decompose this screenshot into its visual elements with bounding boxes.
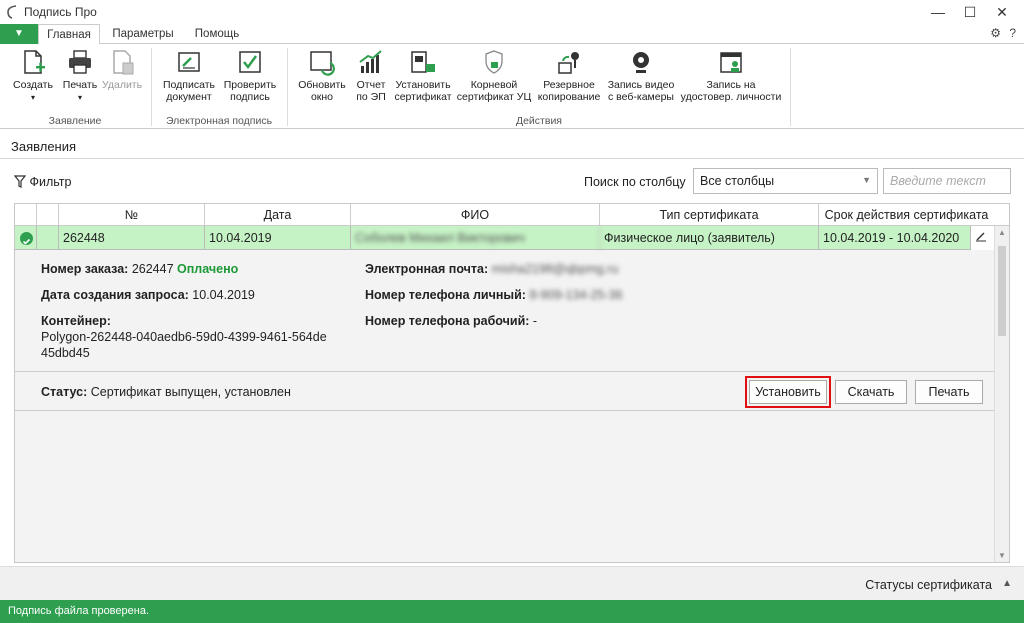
edit-row-button[interactable]	[971, 226, 994, 250]
verify-checkbox-icon	[239, 51, 261, 73]
container-info: Контейнер: Polygon-262448-040aedb6-59d0-…	[41, 314, 327, 360]
scroll-thumb[interactable]	[998, 246, 1006, 336]
status-bar: Подпись файла проверена.	[0, 600, 1024, 623]
row-status-cell	[15, 226, 37, 250]
cell-fio: Соболев Михаил Викторович	[351, 226, 600, 250]
header-cert-type[interactable]: Тип сертификата	[600, 204, 819, 226]
cell-cert-type: Физическое лицо (заявитель)	[600, 226, 819, 250]
sign-document-button[interactable]: Подписать документ	[158, 48, 220, 103]
header-date[interactable]: Дата	[205, 204, 351, 226]
help-icon[interactable]: ?	[1009, 26, 1016, 40]
applications-grid: № Дата ФИО Тип сертификата Срок действия…	[14, 203, 1010, 563]
webcam-icon	[633, 52, 649, 73]
refresh-window-button[interactable]: Обновить окно	[294, 48, 350, 103]
title-bar: Подпись Про — ☐ ✕	[0, 0, 1024, 24]
header-blank-cell	[37, 204, 59, 226]
work-phone-info: Номер телефона рабочий: -	[365, 314, 538, 328]
section-title: Заявления	[11, 139, 77, 154]
calendar-person-icon	[720, 52, 742, 73]
header-fio[interactable]: ФИО	[351, 204, 600, 226]
header-number[interactable]: №	[59, 204, 205, 226]
webcam-record-button[interactable]: Запись видео с веб-камеры	[606, 48, 676, 103]
install-certificate-button[interactable]: Установить сертификат	[392, 48, 454, 103]
table-row[interactable]: 262448 10.04.2019 Соболев Михаил Викторо…	[15, 226, 1009, 250]
edit-pencil-icon	[976, 232, 986, 242]
close-button[interactable]: ✕	[988, 2, 1016, 22]
print-detail-button[interactable]: Печать	[915, 380, 983, 404]
filter-funnel-icon	[13, 175, 27, 188]
download-button[interactable]: Скачать	[835, 380, 907, 404]
ribbon-tabs: ▼ Главная Параметры Помощь ⚙ ?	[0, 24, 1024, 45]
section-divider	[0, 158, 1024, 159]
search-input[interactable]	[883, 168, 1011, 194]
group-label-application: Заявление	[48, 115, 102, 127]
tab-help[interactable]: Помощь	[186, 24, 248, 44]
chevron-up-icon: ▲	[1002, 578, 1012, 589]
group-label-actions: Действия	[515, 115, 562, 127]
vertical-scrollbar[interactable]: ▲ ▼	[994, 226, 1009, 562]
backup-key-icon	[558, 52, 579, 74]
scroll-up-icon[interactable]: ▲	[995, 228, 1009, 237]
column-select[interactable]: Все столбцы ▼	[693, 168, 878, 194]
tab-main[interactable]: Главная	[38, 24, 100, 45]
request-date: Дата создания запроса: 10.04.2019	[41, 288, 255, 302]
refresh-window-icon	[310, 51, 335, 76]
backup-button[interactable]: Резервное копирование	[534, 48, 604, 103]
sign-document-icon	[178, 52, 200, 72]
file-menu-button[interactable]: ▼	[0, 24, 38, 44]
root-certificate-button[interactable]: Корневой сертификат УЦ	[456, 48, 532, 103]
cell-date: 10.04.2019	[205, 226, 351, 250]
ribbon-separator	[790, 48, 791, 126]
grid-header: № Дата ФИО Тип сертификата Срок действия…	[15, 204, 1009, 226]
id-record-button[interactable]: Запись на удостовер. личности	[678, 48, 784, 103]
window-title: Подпись Про	[24, 5, 97, 19]
root-certificate-shield-icon	[485, 50, 503, 74]
order-number: Номер заказа: 262447 Оплачено	[41, 262, 239, 276]
report-es-button[interactable]: Отчет по ЭП	[352, 48, 390, 103]
printer-icon	[69, 50, 91, 74]
group-label-e-signature: Электронная подпись	[165, 115, 273, 127]
minimize-button[interactable]: —	[924, 2, 952, 22]
install-certificate-icon	[411, 51, 435, 73]
paid-badge: Оплачено	[177, 262, 239, 276]
search-column-label: Поиск по столбцу	[584, 175, 686, 189]
app-logo-icon	[7, 5, 17, 19]
delete-document-icon	[113, 50, 134, 75]
detail-divider	[15, 371, 994, 372]
filter-button[interactable]: Фильтр	[13, 175, 71, 189]
email-info: Электронная почта: misha2198@qbpmg.ru	[365, 262, 619, 276]
status-info: Статус: Сертификат выпущен, установлен	[41, 385, 291, 399]
create-document-icon	[24, 50, 45, 74]
maximize-button[interactable]: ☐	[956, 2, 984, 22]
tab-parameters[interactable]: Параметры	[106, 24, 180, 44]
row-blank-cell	[37, 226, 59, 250]
gear-icon[interactable]: ⚙	[990, 26, 1001, 40]
print-button[interactable]: Печать ▾	[58, 48, 102, 104]
verify-signature-button[interactable]: Проверить подпись	[220, 48, 280, 103]
bar-chart-icon	[359, 50, 382, 73]
personal-phone-info: Номер телефона личный: 8-909-134-25-36	[365, 288, 623, 302]
cell-validity: 10.04.2019 - 10.04.2020	[819, 226, 971, 250]
certificate-statuses-bar[interactable]: Статусы сертификата ▲	[0, 566, 1024, 600]
cell-number: 262448	[59, 226, 205, 250]
scroll-down-icon[interactable]: ▼	[995, 551, 1009, 560]
row-detail-panel: Номер заказа: 262447 Оплачено Дата созда…	[15, 251, 994, 411]
ribbon: Создать ▾ Печать ▾ Удалить Заявление Подп…	[0, 44, 1024, 129]
install-button[interactable]: Установить	[745, 376, 831, 408]
create-button[interactable]: Создать ▾	[10, 48, 56, 104]
check-circle-icon	[20, 232, 33, 245]
header-status-cell	[15, 204, 37, 226]
delete-button[interactable]: Удалить	[102, 48, 142, 91]
header-validity[interactable]: Срок действия сертификата	[819, 204, 994, 226]
certificate-statuses-label: Статусы сертификата	[865, 578, 992, 592]
chevron-down-icon: ▼	[862, 175, 871, 185]
